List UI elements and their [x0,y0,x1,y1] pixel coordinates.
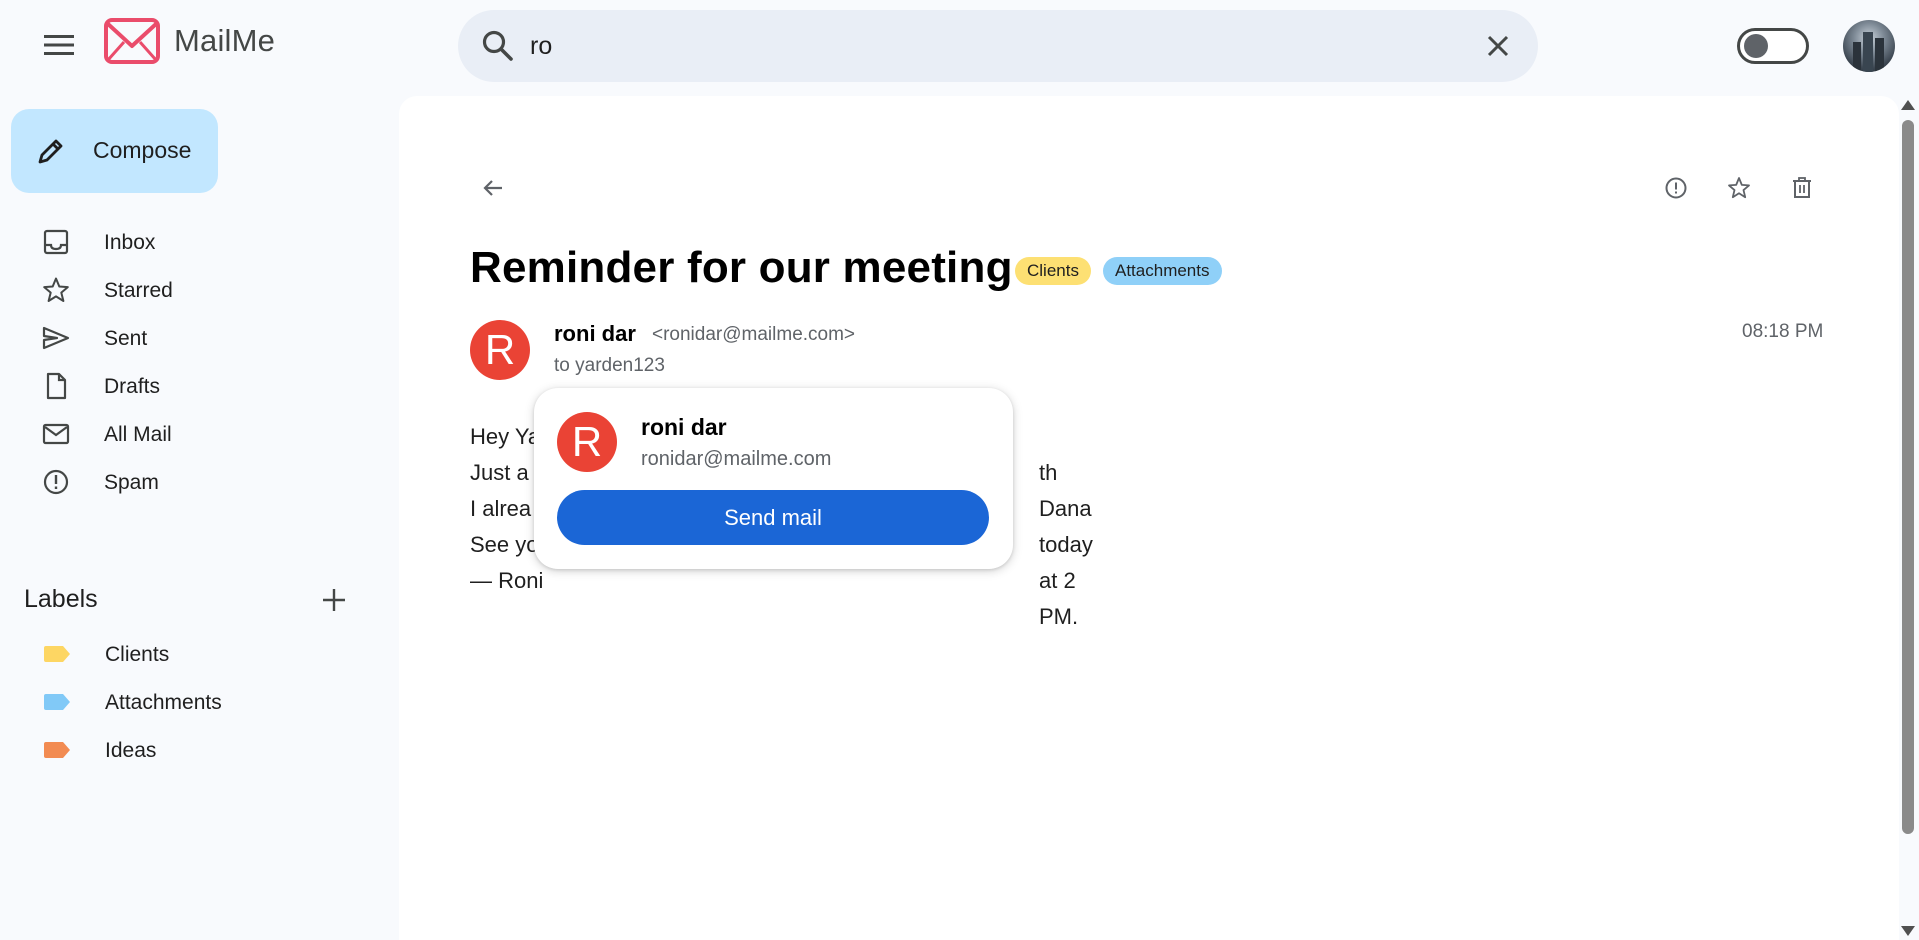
sender-avatar[interactable]: R [470,320,530,380]
body-line: — Roni [470,568,544,593]
body-line-start: Just a [470,460,529,485]
search-icon[interactable] [480,28,516,64]
search-input[interactable] [530,24,1410,68]
main-menu-button[interactable] [34,20,84,70]
trash-icon [1793,177,1811,198]
label-item-name: Clients [105,643,170,666]
top-bar: MailMe [0,0,1919,92]
report-spam-button[interactable] [1656,168,1696,208]
body-line: Just a th Dana today at 2 PM. [470,455,1093,629]
label-item-name: Ideas [105,739,157,762]
app-logo[interactable]: MailMe [104,18,275,64]
compose-label: Compose [93,137,192,163]
app-name: MailMe [174,23,276,58]
body-line-end: th Dana today at 2 PM. [1039,460,1093,629]
theme-toggle[interactable] [1737,28,1809,64]
label-item-ideas[interactable]: Ideas [0,726,340,774]
compose-button[interactable]: Compose [11,109,218,193]
star-icon [43,277,69,302]
sidebar-item-inbox[interactable]: Inbox [0,219,340,267]
label-item-attachments[interactable]: Attachments [0,678,340,726]
label-tag-icon [44,646,70,662]
star-button[interactable] [1719,168,1759,208]
sidebar-nav: Inbox Starred Sent Drafts All Mail Spam [0,219,360,507]
body-line: See yo [470,532,539,557]
label-item-clients[interactable]: Clients [0,630,340,678]
send-icon [42,326,70,350]
send-mail-button[interactable]: Send mail [557,490,989,545]
label-chip-clients[interactable]: Clients [1015,257,1091,285]
label-tag-icon [44,742,70,758]
sidebar-item-all-mail[interactable]: All Mail [0,411,340,459]
sidebar-item-label: Inbox [104,231,156,254]
label-item-name: Attachments [105,691,222,714]
contact-name: roni dar [641,414,727,440]
scroll-up-arrow-icon[interactable] [1901,100,1915,110]
sidebar-item-starred[interactable]: Starred [0,267,340,315]
labels-header: Labels [24,582,354,618]
star-icon [1728,177,1750,199]
recipient-line: to yarden123 [554,355,665,376]
labels-title: Labels [24,585,98,613]
pencil-icon [38,139,63,164]
sidebar-item-label: Spam [104,471,159,494]
sidebar-item-label: All Mail [104,423,172,446]
search-bar [458,10,1538,82]
clear-search-icon[interactable] [1480,28,1516,64]
back-button[interactable] [473,168,513,208]
toggle-knob [1744,34,1768,58]
mail-icon [42,423,70,445]
inbox-icon [43,229,69,255]
draft-icon [46,372,67,400]
sidebar-item-sent[interactable]: Sent [0,315,340,363]
sender-email: <ronidar@mailme.com> [652,324,856,345]
contact-email: ronidar@mailme.com [641,448,832,470]
email-timestamp: 08:18 PM [1742,321,1824,342]
label-list: Clients Attachments Ideas [0,630,340,774]
sidebar-item-label: Sent [104,327,148,350]
scroll-down-arrow-icon[interactable] [1901,926,1915,936]
delete-button[interactable] [1782,168,1822,208]
label-chip-attachments[interactable]: Attachments [1103,257,1222,285]
envelope-logo-icon [104,18,160,64]
email-subject: Reminder for our meeting [470,243,1013,292]
email-body: Hey Ya Just a th Dana today at 2 PM. I a… [470,419,1093,629]
label-tag-icon [44,694,70,710]
contact-avatar: R [557,412,617,472]
contact-card-popup: R roni dar ronidar@mailme.com Send mail [534,388,1013,569]
scrollbar[interactable] [1897,96,1919,940]
spam-icon [1665,177,1687,199]
sidebar-item-label: Starred [104,279,173,302]
sender-name[interactable]: roni dar [554,321,636,347]
add-label-icon[interactable] [318,584,350,616]
scroll-thumb[interactable] [1902,120,1914,834]
sidebar-item-drafts[interactable]: Drafts [0,363,340,411]
arrow-left-icon [483,180,502,196]
user-avatar[interactable] [1843,20,1895,72]
sidebar-item-spam[interactable]: Spam [0,459,340,507]
spam-icon [43,469,69,495]
hamburger-menu-icon [44,35,74,55]
sidebar-item-label: Drafts [104,375,161,398]
body-line: Hey Ya [470,424,541,449]
body-line: I alrea [470,496,532,521]
